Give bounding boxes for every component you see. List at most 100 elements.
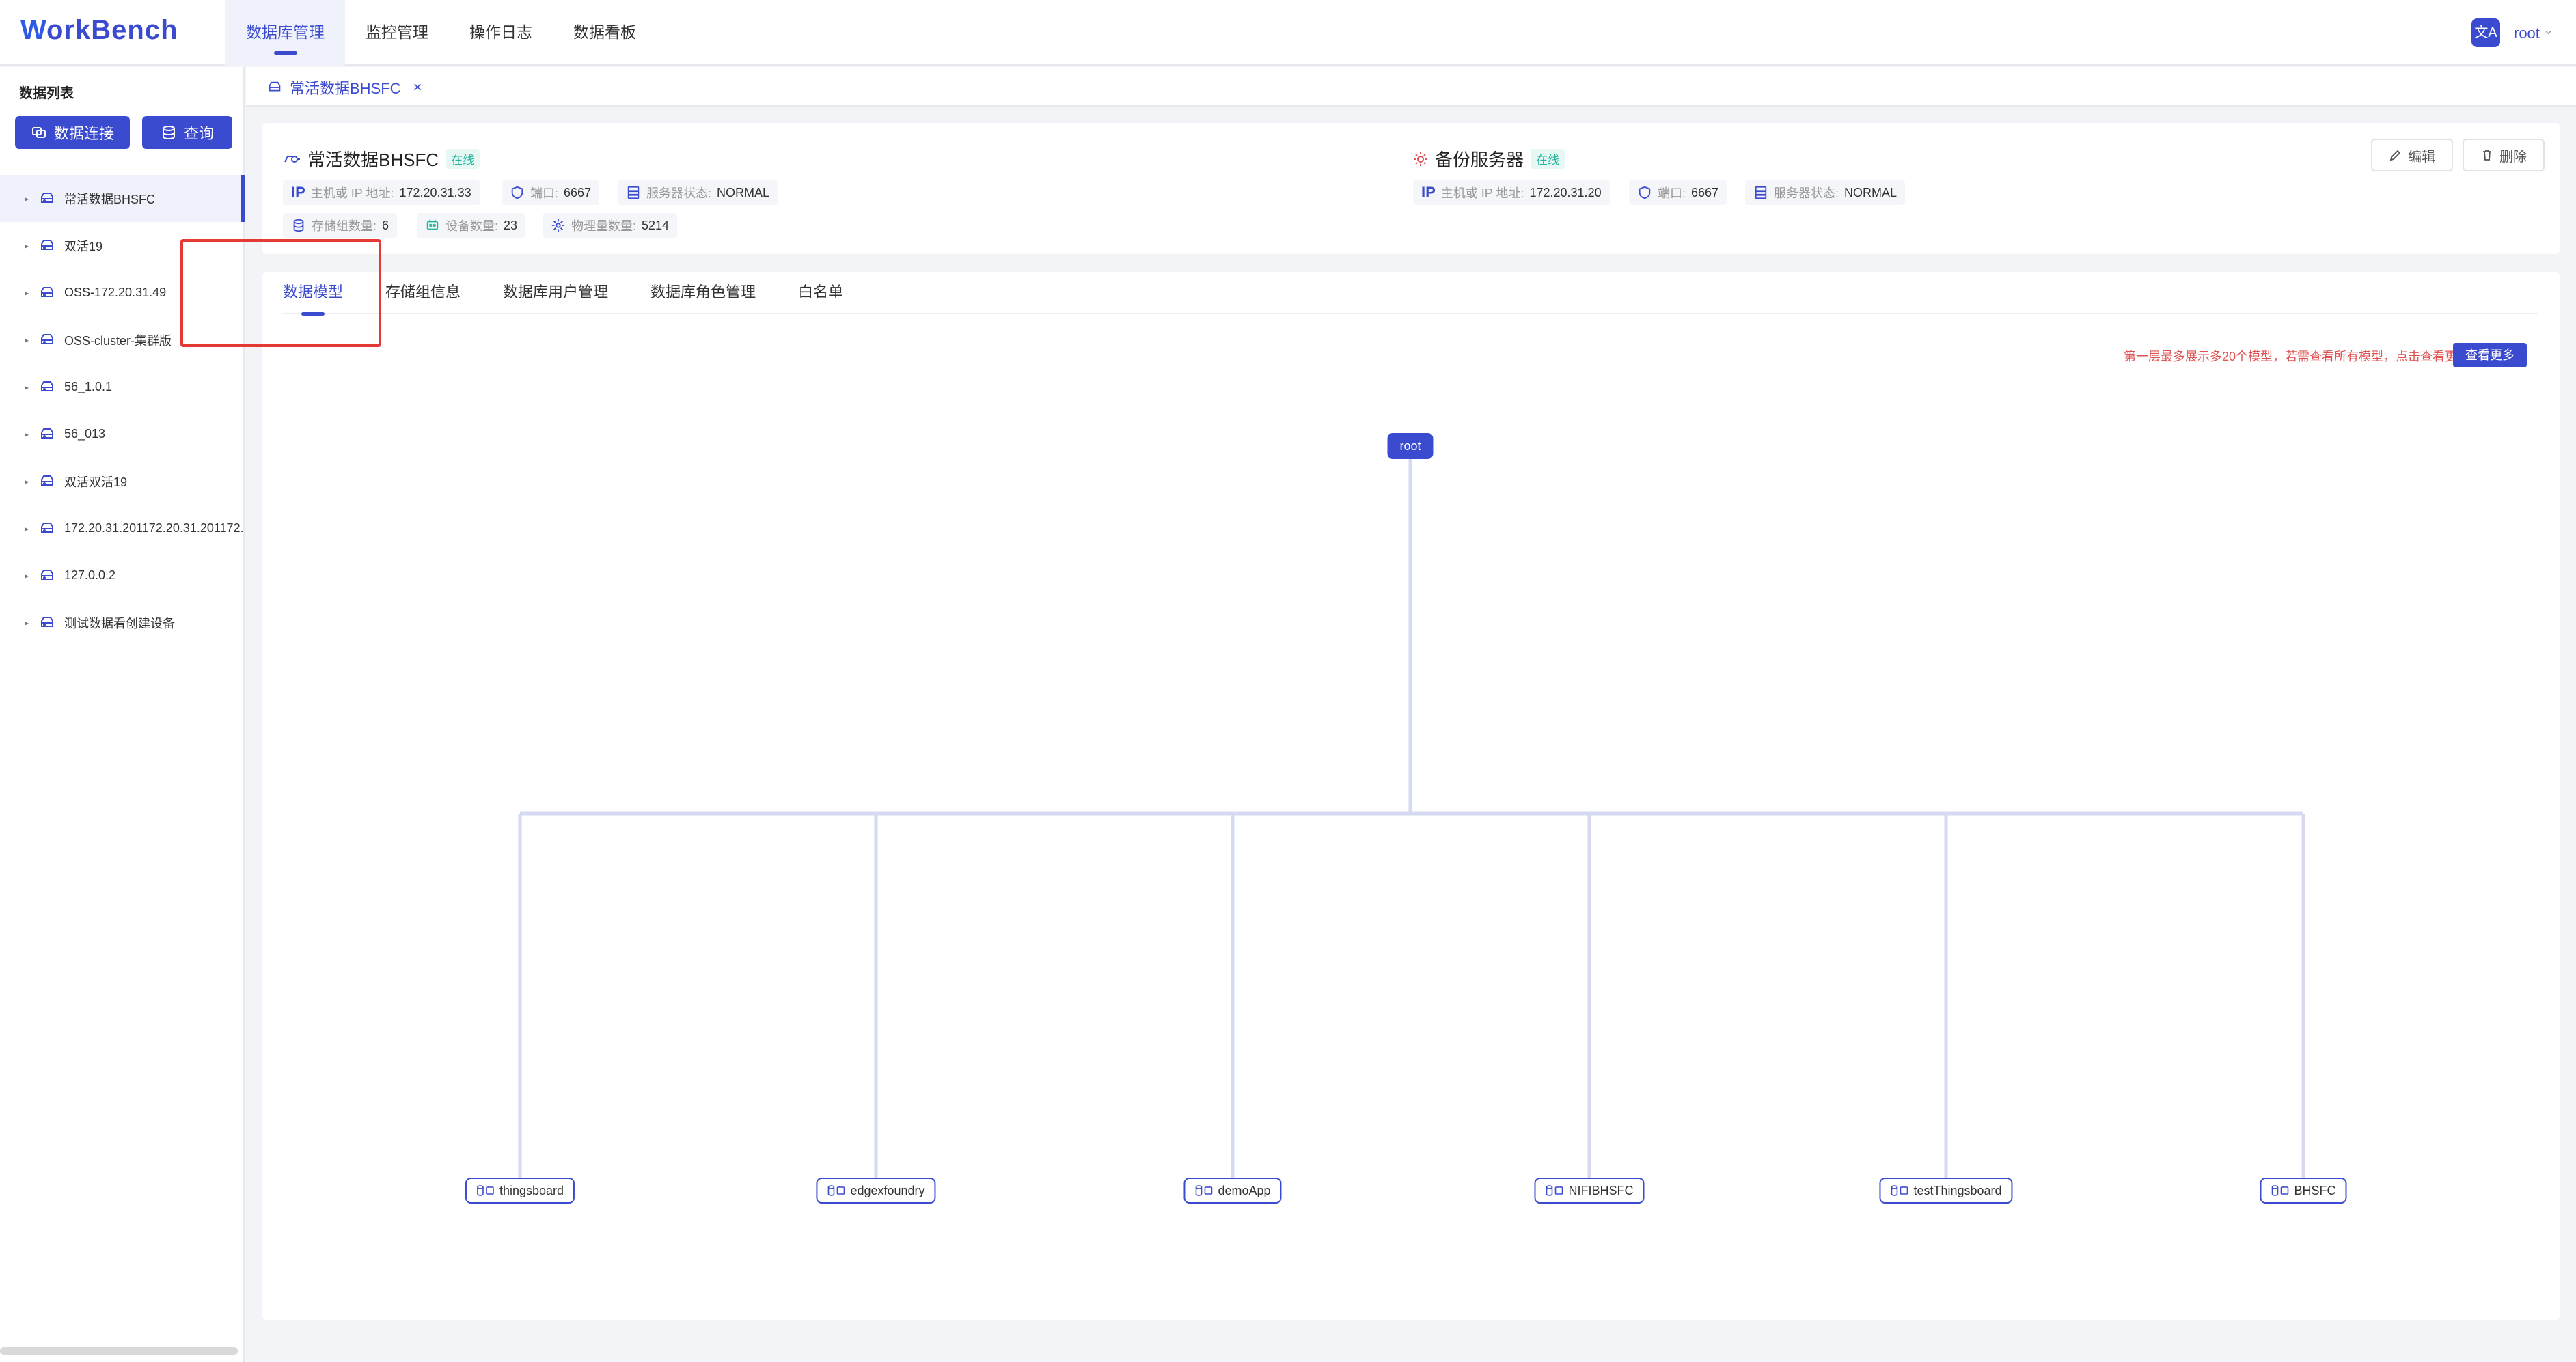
sidebar-item-db[interactable]: ▸ 56_013 bbox=[0, 411, 245, 458]
server-icon bbox=[41, 616, 53, 627]
nav-operation-log[interactable]: 操作日志 bbox=[449, 0, 553, 66]
caret-right-icon[interactable]: ▸ bbox=[25, 288, 38, 298]
caret-right-icon[interactable]: ▸ bbox=[25, 524, 38, 533]
ip-icon: IP bbox=[291, 184, 305, 201]
edit-button[interactable]: 编辑 bbox=[2371, 139, 2453, 171]
data-connect-button[interactable]: 数据连接 bbox=[15, 116, 130, 149]
backup-port-prop: 端口: 6667 bbox=[1629, 180, 1727, 205]
server-link-icon bbox=[284, 155, 300, 163]
sidebar-item-db[interactable]: ▸ 127.0.0.2 bbox=[0, 552, 245, 599]
backup-ip-prop: IP 主机或 IP 地址: 172.20.31.20 bbox=[1413, 180, 1610, 205]
server-icon bbox=[269, 81, 281, 92]
trash-icon bbox=[2483, 150, 2491, 161]
caret-right-icon[interactable]: ▸ bbox=[25, 618, 38, 628]
caret-right-icon[interactable]: ▸ bbox=[25, 335, 38, 345]
tree-root-node[interactable]: root bbox=[1387, 433, 1434, 459]
user-name[interactable]: root bbox=[2514, 25, 2540, 42]
server-icon bbox=[41, 569, 53, 580]
sidebar-item-label: 双活19 bbox=[64, 239, 103, 253]
server-icon bbox=[41, 333, 53, 344]
backup-port-value: 6667 bbox=[1691, 185, 1719, 199]
sidebar-item-db[interactable]: ▸ 56_1.0.1 bbox=[0, 363, 245, 411]
primary-port-value: 6667 bbox=[564, 185, 592, 199]
backup-server-name: 备份服务器 bbox=[1435, 150, 1524, 170]
top-bar: WorkBench 数据库管理 监控管理 操作日志 数据看板 文A root ⌄ bbox=[0, 0, 2576, 66]
sidebar-item-label: 172.20.31.201172.20.31.201172. bbox=[64, 521, 244, 535]
page-tab-active[interactable]: 常活数据BHSFC × bbox=[266, 77, 422, 98]
database-device-icon bbox=[1195, 1185, 1213, 1196]
workbench-logo[interactable]: WorkBench bbox=[20, 15, 178, 46]
tree-child-node[interactable]: BHSFC bbox=[2260, 1178, 2347, 1204]
nav-monitoring[interactable]: 监控管理 bbox=[345, 0, 449, 66]
database-device-icon bbox=[1891, 1185, 1908, 1196]
storage-group-count-prop: 存储组数量: 6 bbox=[283, 213, 398, 238]
primary-server-title: 常活数据BHSFC 在线 bbox=[283, 146, 480, 171]
highlight-box bbox=[180, 239, 381, 347]
server-icon bbox=[41, 286, 53, 297]
server-stack-icon bbox=[627, 186, 640, 199]
server-stack-icon bbox=[1755, 186, 1767, 199]
translate-icon[interactable]: 文A bbox=[2471, 18, 2500, 47]
backup-ip-value: 172.20.31.20 bbox=[1529, 185, 1602, 199]
backup-sun-icon bbox=[1414, 152, 1427, 166]
sidebar-item-label: 56_013 bbox=[64, 427, 106, 441]
primary-ip-value: 172.20.31.33 bbox=[399, 185, 471, 199]
model-tree-edges bbox=[518, 459, 2305, 1178]
measurement-count-prop: 物理量数量: 5214 bbox=[543, 213, 678, 238]
tree-child-node[interactable]: testThingsboard bbox=[1879, 1178, 2013, 1204]
caret-right-icon[interactable]: ▸ bbox=[25, 194, 38, 204]
caret-right-icon[interactable]: ▸ bbox=[25, 430, 38, 439]
primary-service-prop: 服务器状态: NORMAL bbox=[618, 180, 778, 205]
query-label: 查询 bbox=[183, 125, 214, 142]
nav-data-dashboard[interactable]: 数据看板 bbox=[553, 0, 657, 66]
page-tab-strip: 常活数据BHSFC × bbox=[246, 67, 2576, 107]
database-icon bbox=[293, 219, 304, 232]
status-badge: 在线 bbox=[1531, 149, 1565, 169]
sidebar-title: 数据列表 bbox=[19, 86, 74, 101]
caret-right-icon[interactable]: ▸ bbox=[25, 477, 38, 486]
main-nav: 数据库管理 监控管理 操作日志 数据看板 bbox=[225, 0, 657, 66]
caret-right-icon[interactable]: ▸ bbox=[25, 571, 38, 581]
data-connect-label: 数据连接 bbox=[53, 125, 114, 142]
server-icon bbox=[41, 192, 53, 203]
chevron-down-icon[interactable]: ⌄ bbox=[2543, 23, 2553, 38]
caret-right-icon[interactable]: ▸ bbox=[25, 241, 38, 251]
data-model-card: 数据模型 存储组信息 数据库用户管理 数据库角色管理 白名单 第一层最多展示多2… bbox=[262, 272, 2560, 1320]
nav-database-management[interactable]: 数据库管理 bbox=[225, 0, 345, 66]
sidebar-scrollbar[interactable] bbox=[0, 1347, 238, 1355]
device-icon bbox=[426, 219, 439, 230]
primary-port-prop: 端口: 6667 bbox=[502, 180, 600, 205]
sidebar-item-label: OSS-172.20.31.49 bbox=[64, 286, 167, 299]
database-device-icon bbox=[1546, 1185, 1563, 1196]
tree-child-node[interactable]: thingsboard bbox=[465, 1178, 575, 1204]
sidebar-item-label: 56_1.0.1 bbox=[64, 380, 113, 393]
pencil-icon bbox=[2389, 150, 2401, 161]
ip-icon: IP bbox=[1421, 184, 1436, 201]
sidebar-item-db[interactable]: ▸ 双活双活19 bbox=[0, 458, 245, 505]
close-icon[interactable]: × bbox=[413, 79, 422, 96]
sidebar-item-db[interactable]: ▸ 常活数据BHSFC bbox=[0, 175, 245, 222]
server-icon bbox=[41, 239, 53, 250]
database-device-icon bbox=[827, 1185, 845, 1196]
status-badge: 在线 bbox=[446, 149, 480, 169]
primary-service-value: NORMAL bbox=[717, 185, 770, 199]
sidebar-item-label: 双活双活19 bbox=[64, 475, 128, 489]
backup-server-title: 备份服务器 在线 bbox=[1413, 146, 1565, 171]
caret-right-icon[interactable]: ▸ bbox=[25, 383, 38, 392]
sidebar-item-db[interactable]: ▸ 测试数据看创建设备 bbox=[0, 599, 245, 646]
tree-child-node[interactable]: NIFIBHSFC bbox=[1534, 1178, 1645, 1204]
query-button[interactable]: 查询 bbox=[142, 116, 232, 149]
backup-service-prop: 服务器状态: NORMAL bbox=[1745, 180, 1906, 205]
tree-child-node[interactable]: edgexfoundry bbox=[816, 1178, 936, 1204]
primary-ip-prop: IP 主机或 IP 地址: 172.20.31.33 bbox=[283, 180, 480, 205]
delete-button[interactable]: 删除 bbox=[2463, 139, 2545, 171]
tree-child-node[interactable]: demoApp bbox=[1183, 1178, 1282, 1204]
device-count-prop: 设备数量: 23 bbox=[417, 213, 526, 238]
sidebar-item-db[interactable]: ▸ 172.20.31.201172.20.31.201172. bbox=[0, 505, 245, 552]
database-icon bbox=[162, 126, 175, 140]
backup-service-value: NORMAL bbox=[1844, 185, 1897, 199]
database-device-icon bbox=[2271, 1185, 2289, 1196]
server-icon bbox=[41, 380, 53, 391]
server-icon bbox=[41, 475, 53, 486]
server-info-card: 常活数据BHSFC 在线 IP 主机或 IP 地址: 172.20.31.33 … bbox=[262, 123, 2560, 254]
